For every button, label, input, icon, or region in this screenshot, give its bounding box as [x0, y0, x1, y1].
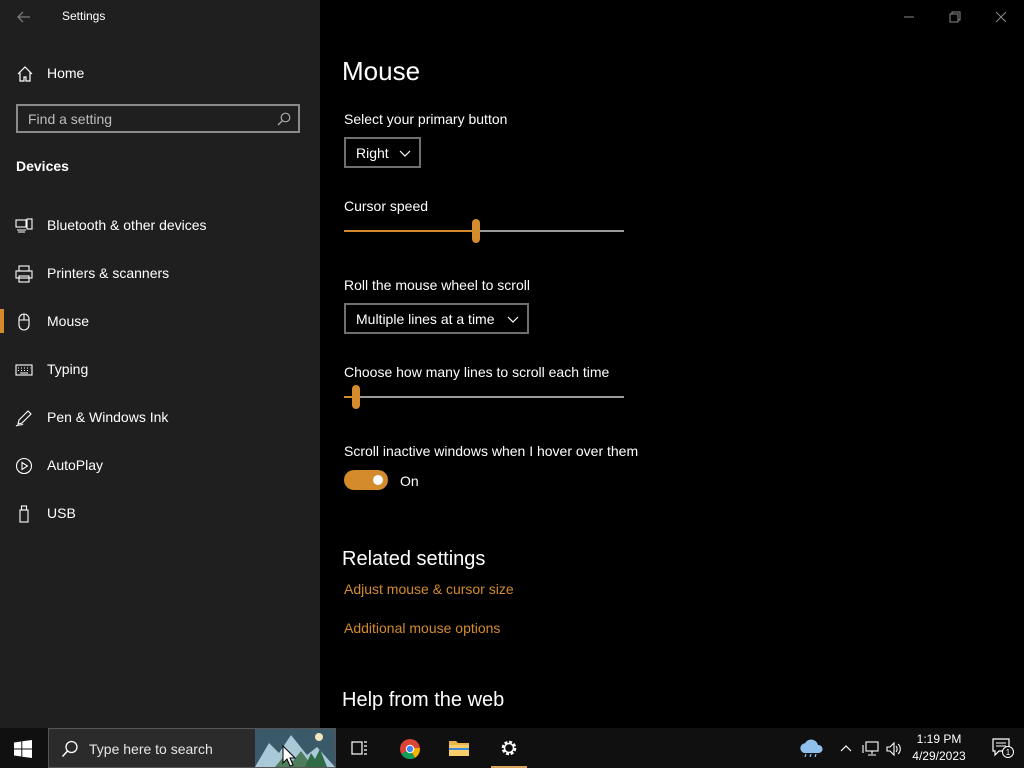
slider-thumb[interactable] — [472, 219, 480, 243]
cursor-speed-label: Cursor speed — [344, 198, 429, 214]
app-title: Settings — [62, 9, 106, 23]
folder-icon — [449, 741, 469, 756]
notification-icon: 1 — [992, 738, 1014, 758]
slider-track-empty — [480, 230, 624, 232]
related-settings-heading: Related settings — [342, 548, 486, 570]
sidebar-item-label: USB — [47, 505, 76, 521]
search-icon — [61, 740, 79, 758]
back-arrow-icon[interactable] — [14, 8, 34, 26]
task-view-icon — [351, 741, 367, 755]
taskbar-search-text: Type here to search — [89, 741, 213, 757]
additional-mouse-options-link[interactable]: Additional mouse options — [344, 620, 500, 636]
network-tray-icon[interactable] — [862, 728, 880, 768]
show-hidden-icons-button[interactable] — [840, 728, 852, 768]
file-explorer-button[interactable] — [439, 728, 479, 768]
sidebar-item-mouse[interactable]: Mouse — [0, 301, 320, 341]
lines-to-scroll-label: Choose how many lines to scroll each tim… — [344, 364, 610, 380]
page-title: Mouse — [342, 56, 421, 86]
sidebar-home[interactable]: Home — [0, 58, 320, 90]
chevron-down-icon — [507, 314, 519, 324]
pen-icon — [15, 409, 33, 427]
search-icon[interactable] — [277, 112, 291, 126]
wheel-scroll-value: Multiple lines at a time — [356, 311, 495, 327]
mouse-pointer-icon — [282, 745, 296, 767]
chrome-taskbar-button[interactable] — [390, 728, 430, 768]
weather-tray-icon[interactable] — [798, 728, 824, 768]
main-content: Mouse Select your primary button Right C… — [320, 0, 1024, 728]
chevron-down-icon — [399, 148, 411, 158]
sidebar-item-pen[interactable]: Pen & Windows Ink — [0, 397, 320, 437]
sidebar-item-label: AutoPlay — [47, 457, 104, 473]
sidebar-item-label: Typing — [47, 361, 89, 377]
volume-tray-icon[interactable] — [886, 728, 902, 768]
sidebar-item-label: Mouse — [47, 313, 90, 329]
find-setting-box[interactable] — [16, 104, 300, 133]
gear-icon — [501, 740, 517, 756]
sidebar-item-label: Pen & Windows Ink — [47, 409, 169, 425]
slider-thumb[interactable] — [352, 385, 360, 409]
slider-track-empty — [360, 396, 624, 398]
lines-to-scroll-slider[interactable] — [344, 385, 624, 409]
chevron-up-icon — [840, 745, 852, 752]
help-heading: Help from the web — [342, 689, 505, 711]
home-icon — [16, 65, 34, 83]
mouse-icon — [15, 313, 33, 331]
sidebar-item-usb[interactable]: USB — [0, 493, 320, 533]
inactive-scroll-label: Scroll inactive windows when I hover ove… — [344, 443, 639, 459]
settings-taskbar-button[interactable] — [489, 728, 529, 768]
adjust-cursor-size-link[interactable]: Adjust mouse & cursor size — [344, 581, 514, 597]
start-button[interactable] — [0, 728, 48, 768]
primary-button-dropdown[interactable]: Right — [344, 137, 421, 168]
windows-logo-icon — [14, 740, 32, 758]
bluetooth-devices-icon — [15, 217, 33, 235]
notification-count: 1 — [1006, 748, 1011, 757]
primary-button-value: Right — [356, 145, 389, 161]
wheel-scroll-label: Roll the mouse wheel to scroll — [344, 277, 530, 293]
find-setting-input[interactable] — [28, 110, 268, 128]
active-marker — [0, 309, 4, 333]
slider-track-filled — [344, 230, 476, 232]
task-view-button[interactable] — [340, 728, 380, 768]
sidebar-item-label: Bluetooth & other devices — [47, 217, 207, 233]
home-label: Home — [47, 65, 85, 81]
sidebar-item-typing[interactable]: Typing — [0, 349, 320, 389]
action-center-button[interactable]: 1 — [980, 728, 1024, 768]
toggle-state-text: On — [400, 473, 419, 489]
clock-time: 1:19 PM — [916, 732, 962, 746]
cursor-speed-slider[interactable] — [344, 219, 624, 243]
primary-button-label: Select your primary button — [344, 111, 508, 127]
taskbar: Type here to search 1:19 PM 4/29/2023 1 — [0, 728, 1024, 768]
chrome-icon — [400, 739, 420, 760]
autoplay-icon — [15, 457, 33, 475]
printer-icon — [15, 265, 33, 283]
toggle-knob — [373, 475, 383, 485]
sidebar-item-printers[interactable]: Printers & scanners — [0, 253, 320, 293]
usb-icon — [15, 505, 33, 523]
section-title-devices: Devices — [16, 158, 69, 174]
inactive-scroll-toggle[interactable] — [344, 470, 388, 490]
sidebar: Settings Home Devices Bluetooth & other … — [0, 0, 320, 728]
keyboard-icon — [15, 361, 33, 379]
taskbar-clock[interactable]: 1:19 PM 4/29/2023 — [902, 731, 976, 765]
clock-date: 4/29/2023 — [912, 749, 966, 763]
sidebar-item-label: Printers & scanners — [47, 265, 170, 281]
sidebar-item-bluetooth[interactable]: Bluetooth & other devices — [0, 205, 320, 245]
sidebar-item-autoplay[interactable]: AutoPlay — [0, 445, 320, 485]
wheel-scroll-dropdown[interactable]: Multiple lines at a time — [344, 303, 529, 334]
